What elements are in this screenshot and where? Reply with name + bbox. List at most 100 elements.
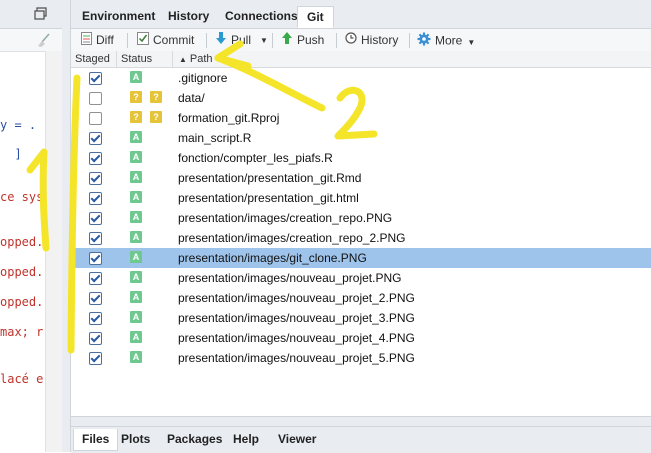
staged-checkbox[interactable]: [89, 152, 102, 165]
file-path: fonction/compter_les_piafs.R: [178, 151, 333, 165]
file-list-header: Staged Status ▲ Path: [71, 51, 651, 68]
status-added-badge: A: [130, 311, 142, 323]
editor-scrollbar[interactable]: [45, 51, 62, 452]
staged-checkbox[interactable]: [89, 352, 102, 365]
commit-button[interactable]: Commit: [137, 32, 194, 49]
file-path: presentation/images/nouveau_projet.PNG: [178, 271, 402, 285]
staged-checkbox[interactable]: [89, 332, 102, 345]
toolbar-separator: [336, 33, 337, 48]
code-line: ]: [0, 147, 22, 161]
file-path: main_script.R: [178, 131, 252, 145]
file-row[interactable]: Apresentation/images/nouveau_projet_2.PN…: [71, 288, 651, 308]
history-label: History: [361, 33, 399, 47]
status-untracked-badge: ?: [130, 91, 142, 103]
file-row[interactable]: ?? data/: [71, 88, 651, 108]
status-untracked-badge: ?: [130, 111, 142, 123]
file-path: presentation/images/nouveau_projet_5.PNG: [178, 351, 415, 365]
header-status[interactable]: Status: [117, 51, 173, 67]
file-row[interactable]: Apresentation/images/creation_repo.PNG: [71, 208, 651, 228]
staged-checkbox[interactable]: [89, 132, 102, 145]
status-added-badge: A: [130, 331, 142, 343]
staged-checkbox[interactable]: [89, 192, 102, 205]
status-added-badge: A: [130, 231, 142, 243]
more-label: More: [435, 33, 463, 48]
file-row[interactable]: Afonction/compter_les_piafs.R: [71, 148, 651, 168]
editor-tabbar: [0, 0, 62, 29]
pull-label: Pull: [231, 33, 252, 48]
status-added-badge: A: [130, 131, 142, 143]
files-pane-tabbar: Files Plots Packages Help Viewer: [71, 426, 651, 453]
broom-icon[interactable]: [36, 32, 52, 51]
staged-checkbox[interactable]: [89, 292, 102, 305]
sort-ascending-icon: ▲: [179, 55, 187, 64]
file-row[interactable]: ?? formation_git.Rproj: [71, 108, 651, 128]
code-line: max; r: [0, 325, 44, 339]
push-label: Push: [297, 33, 325, 48]
staged-checkbox[interactable]: [89, 112, 102, 125]
header-staged[interactable]: Staged: [71, 51, 117, 67]
pull-arrow-icon: [215, 32, 227, 50]
file-row[interactable]: Apresentation/presentation_git.html: [71, 188, 651, 208]
header-path[interactable]: ▲ Path: [173, 51, 651, 67]
git-toolbar: Diff Commit Pull ▼ Push History More ▼: [71, 29, 651, 52]
status-added-badge: A: [130, 251, 142, 263]
file-path: presentation/images/git_clone.PNG: [178, 251, 367, 265]
pull-dropdown-chevron-icon[interactable]: ▼: [260, 32, 268, 49]
code-area[interactable]: [0, 51, 45, 452]
tab-files[interactable]: Files: [73, 429, 119, 451]
file-row[interactable]: A .gitignore: [71, 68, 651, 88]
tab-viewer[interactable]: Viewer: [270, 429, 324, 451]
file-row[interactable]: Apresentation/presentation_git.Rmd: [71, 168, 651, 188]
history-button[interactable]: History: [345, 32, 398, 49]
status-added-badge: A: [130, 351, 142, 363]
file-row[interactable]: Apresentation/images/nouveau_projet_3.PN…: [71, 308, 651, 328]
tab-history[interactable]: History: [159, 6, 218, 28]
staged-checkbox[interactable]: [89, 232, 102, 245]
clock-icon: [345, 32, 357, 49]
status-untracked-badge: ?: [150, 111, 162, 123]
toolbar-separator: [272, 33, 273, 48]
staged-checkbox[interactable]: [89, 312, 102, 325]
staged-checkbox[interactable]: [89, 92, 102, 105]
toolbar-separator: [206, 33, 207, 48]
staged-checkbox[interactable]: [89, 212, 102, 225]
more-chevron-icon: ▼: [467, 37, 476, 47]
code-line: ce sys: [0, 190, 44, 204]
pull-button[interactable]: Pull: [215, 32, 251, 49]
staged-checkbox[interactable]: [89, 72, 102, 85]
tab-plots[interactable]: Plots: [113, 429, 158, 451]
file-row[interactable]: Amain_script.R: [71, 128, 651, 148]
git-pane: Environment History Connections Git Diff…: [70, 0, 651, 453]
tab-connections[interactable]: Connections: [216, 6, 307, 28]
push-button[interactable]: Push: [281, 32, 324, 49]
code-line: opped.: [0, 295, 44, 309]
status-added-badge: A: [130, 171, 142, 183]
file-row[interactable]: Apresentation/images/nouveau_projet.PNG: [71, 268, 651, 288]
commit-icon: [137, 32, 149, 50]
more-button[interactable]: More ▼: [417, 32, 475, 49]
tab-packages[interactable]: Packages: [159, 429, 230, 451]
file-row[interactable]: Apresentation/images/nouveau_projet_5.PN…: [71, 348, 651, 368]
staged-checkbox[interactable]: [89, 252, 102, 265]
file-path: presentation/presentation_git.Rmd: [178, 171, 362, 185]
file-path: presentation/images/nouveau_projet_3.PNG: [178, 311, 415, 325]
pane-splitter[interactable]: [62, 0, 70, 452]
file-row[interactable]: Apresentation/images/git_clone.PNG: [71, 248, 651, 268]
tab-environment[interactable]: Environment: [73, 6, 164, 28]
editor-toolbar: [0, 29, 62, 52]
status-added-badge: A: [130, 211, 142, 223]
code-line: lacé e: [0, 372, 44, 386]
diff-button[interactable]: Diff: [81, 32, 114, 49]
staged-checkbox[interactable]: [89, 272, 102, 285]
gear-icon: [417, 32, 431, 51]
staged-checkbox[interactable]: [89, 172, 102, 185]
status-untracked-badge: ?: [150, 91, 162, 103]
status-added-badge: A: [130, 71, 142, 83]
maximize-icon[interactable]: [34, 7, 48, 24]
file-row[interactable]: Apresentation/images/nouveau_projet_4.PN…: [71, 328, 651, 348]
tab-git[interactable]: Git: [297, 6, 334, 28]
file-path: data/: [178, 91, 205, 105]
status-added-badge: A: [130, 271, 142, 283]
tab-help[interactable]: Help: [225, 429, 267, 451]
file-row[interactable]: Apresentation/images/creation_repo_2.PNG: [71, 228, 651, 248]
